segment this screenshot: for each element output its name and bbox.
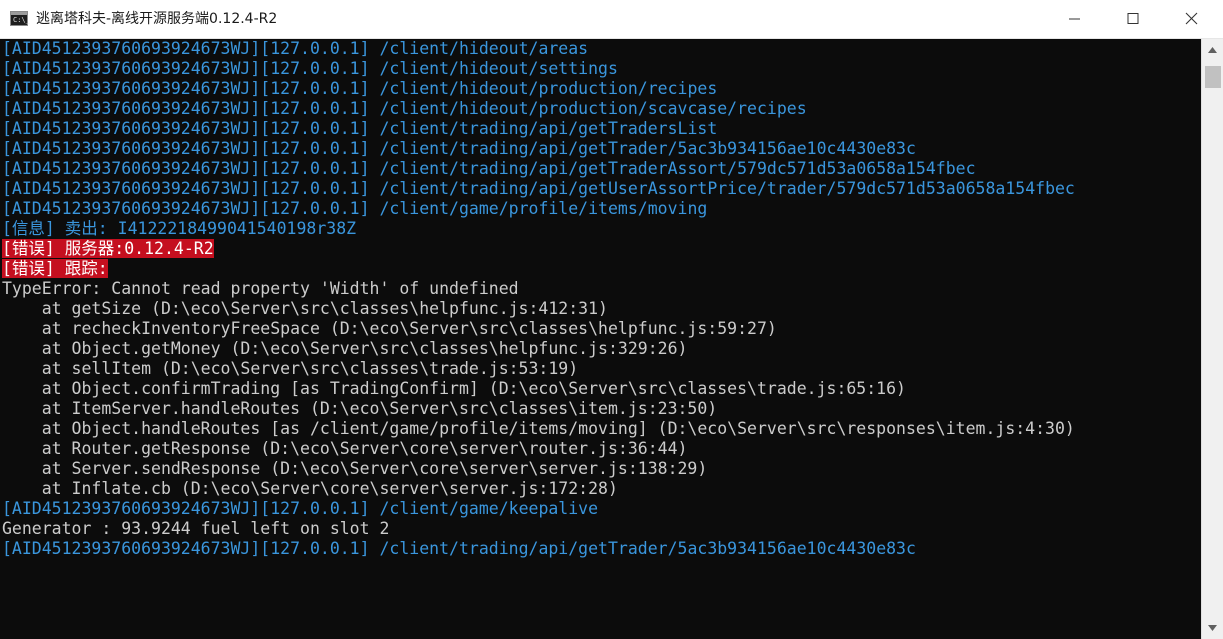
request-path: /client/trading/api/getTradersList bbox=[379, 119, 718, 138]
request-path: /client/trading/api/getUserAssortPrice/t… bbox=[379, 179, 1075, 198]
request-path: /client/trading/api/getTrader/5ac3b93415… bbox=[379, 139, 916, 158]
request-path: /client/hideout/settings bbox=[379, 59, 618, 78]
info-message: [信息] 卖出: I4122218499041540198r38Z bbox=[2, 219, 357, 238]
log-text: at sellItem (D:\eco\Server\src\classes\t… bbox=[2, 359, 579, 378]
title-bar: C:\_ 逃离塔科夫-离线开源服务端0.12.4-R2 bbox=[0, 0, 1223, 39]
error-label: [错误] bbox=[2, 259, 55, 278]
request-prefix: [AID4512393760693924673WJ][127.0.0.1] bbox=[2, 39, 380, 58]
console-line: [AID4512393760693924673WJ][127.0.0.1] /c… bbox=[2, 159, 976, 179]
console-line: [AID4512393760693924673WJ][127.0.0.1] /c… bbox=[2, 39, 588, 59]
console-line: at getSize (D:\eco\Server\src\classes\he… bbox=[2, 299, 608, 319]
log-text: at Router.getResponse (D:\eco\Server\cor… bbox=[2, 439, 688, 458]
console-line: at recheckInventoryFreeSpace (D:\eco\Ser… bbox=[2, 319, 777, 339]
window-title: 逃离塔科夫-离线开源服务端0.12.4-R2 bbox=[36, 11, 278, 27]
console-line: at Inflate.cb (D:\eco\Server\core\server… bbox=[2, 479, 618, 499]
log-text: TypeError: Cannot read property 'Width' … bbox=[2, 279, 519, 298]
scroll-up-arrow-icon bbox=[1208, 47, 1217, 53]
close-button[interactable] bbox=[1162, 0, 1220, 38]
scroll-thumb[interactable] bbox=[1205, 66, 1221, 88]
console-line: at sellItem (D:\eco\Server\src\classes\t… bbox=[2, 359, 578, 379]
console-line: at Object.handleRoutes [as /client/game/… bbox=[2, 419, 1075, 439]
console-line: [AID4512393760693924673WJ][127.0.0.1] /c… bbox=[2, 139, 916, 159]
log-text: at recheckInventoryFreeSpace (D:\eco\Ser… bbox=[2, 319, 777, 338]
error-message: 跟踪: bbox=[54, 259, 108, 278]
app-icon-text: C:\_ bbox=[13, 16, 30, 24]
console-line: at Object.getMoney (D:\eco\Server\src\cl… bbox=[2, 339, 688, 359]
log-text: at Object.confirmTrading [as TradingConf… bbox=[2, 379, 906, 398]
request-path: /client/trading/api/getTraderAssort/579d… bbox=[379, 159, 976, 178]
console-line: at Object.confirmTrading [as TradingConf… bbox=[2, 379, 906, 399]
log-text: at ItemServer.handleRoutes (D:\eco\Serve… bbox=[2, 399, 718, 418]
console-line: at Router.getResponse (D:\eco\Server\cor… bbox=[2, 439, 688, 459]
console-line: TypeError: Cannot read property 'Width' … bbox=[2, 279, 519, 299]
request-prefix: [AID4512393760693924673WJ][127.0.0.1] bbox=[2, 159, 380, 178]
error-message: 服务器:0.12.4-R2 bbox=[54, 239, 214, 258]
console-app-icon[interactable]: C:\_ bbox=[10, 11, 30, 26]
request-path: /client/game/keepalive bbox=[379, 499, 599, 518]
scroll-up-button[interactable] bbox=[1202, 39, 1223, 61]
request-prefix: [AID4512393760693924673WJ][127.0.0.1] bbox=[2, 59, 380, 78]
console-line: [AID4512393760693924673WJ][127.0.0.1] /c… bbox=[2, 99, 807, 119]
log-text: at Object.getMoney (D:\eco\Server\src\cl… bbox=[2, 339, 688, 358]
console-line: at Server.sendResponse (D:\eco\Server\co… bbox=[2, 459, 708, 479]
request-path: /client/hideout/production/recipes bbox=[379, 79, 718, 98]
request-prefix: [AID4512393760693924673WJ][127.0.0.1] bbox=[2, 99, 380, 118]
request-path: /client/hideout/production/scavcase/reci… bbox=[379, 99, 807, 118]
request-path: /client/trading/api/getTrader/5ac3b93415… bbox=[379, 539, 916, 558]
scroll-down-arrow-icon bbox=[1208, 625, 1217, 631]
log-text: at Object.handleRoutes [as /client/game/… bbox=[2, 419, 1075, 438]
request-prefix: [AID4512393760693924673WJ][127.0.0.1] bbox=[2, 179, 380, 198]
console-line: [信息] 卖出: I4122218499041540198r38Z bbox=[2, 219, 356, 239]
console-line: [AID4512393760693924673WJ][127.0.0.1] /c… bbox=[2, 79, 717, 99]
console-line: [错误] 跟踪: bbox=[2, 259, 108, 279]
minimize-button[interactable] bbox=[1046, 0, 1104, 38]
console-line: [AID4512393760693924673WJ][127.0.0.1] /c… bbox=[2, 499, 598, 519]
console-line: Generator : 93.9244 fuel left on slot 2 bbox=[2, 519, 389, 539]
request-prefix: [AID4512393760693924673WJ][127.0.0.1] bbox=[2, 79, 380, 98]
console-line: [AID4512393760693924673WJ][127.0.0.1] /c… bbox=[2, 539, 916, 559]
request-prefix: [AID4512393760693924673WJ][127.0.0.1] bbox=[2, 539, 380, 558]
vertical-scrollbar[interactable] bbox=[1201, 39, 1223, 639]
minimize-icon bbox=[1069, 18, 1080, 20]
console-line: [AID4512393760693924673WJ][127.0.0.1] /c… bbox=[2, 119, 717, 139]
request-prefix: [AID4512393760693924673WJ][127.0.0.1] bbox=[2, 499, 380, 518]
close-icon bbox=[1185, 12, 1198, 25]
error-label: [错误] bbox=[2, 239, 55, 258]
maximize-icon bbox=[1127, 13, 1139, 24]
request-path: /client/hideout/areas bbox=[379, 39, 589, 58]
request-prefix: [AID4512393760693924673WJ][127.0.0.1] bbox=[2, 119, 380, 138]
scroll-down-button[interactable] bbox=[1202, 617, 1223, 639]
log-text: Generator : 93.9244 fuel left on slot 2 bbox=[2, 519, 390, 538]
log-text: at getSize (D:\eco\Server\src\classes\he… bbox=[2, 299, 608, 318]
console-line: at ItemServer.handleRoutes (D:\eco\Serve… bbox=[2, 399, 718, 419]
console-line: [AID4512393760693924673WJ][127.0.0.1] /c… bbox=[2, 59, 618, 79]
request-prefix: [AID4512393760693924673WJ][127.0.0.1] bbox=[2, 199, 380, 218]
log-text: at Server.sendResponse (D:\eco\Server\co… bbox=[2, 459, 708, 478]
request-path: /client/game/profile/items/moving bbox=[379, 199, 708, 218]
request-prefix: [AID4512393760693924673WJ][127.0.0.1] bbox=[2, 139, 380, 158]
console-line: [错误] 服务器:0.12.4-R2 bbox=[2, 239, 214, 259]
console-output[interactable]: [AID4512393760693924673WJ][127.0.0.1] /c… bbox=[0, 39, 1201, 639]
maximize-button[interactable] bbox=[1104, 0, 1162, 38]
console-line: [AID4512393760693924673WJ][127.0.0.1] /c… bbox=[2, 199, 707, 219]
log-text: at Inflate.cb (D:\eco\Server\core\server… bbox=[2, 479, 618, 498]
console-line: [AID4512393760693924673WJ][127.0.0.1] /c… bbox=[2, 179, 1075, 199]
